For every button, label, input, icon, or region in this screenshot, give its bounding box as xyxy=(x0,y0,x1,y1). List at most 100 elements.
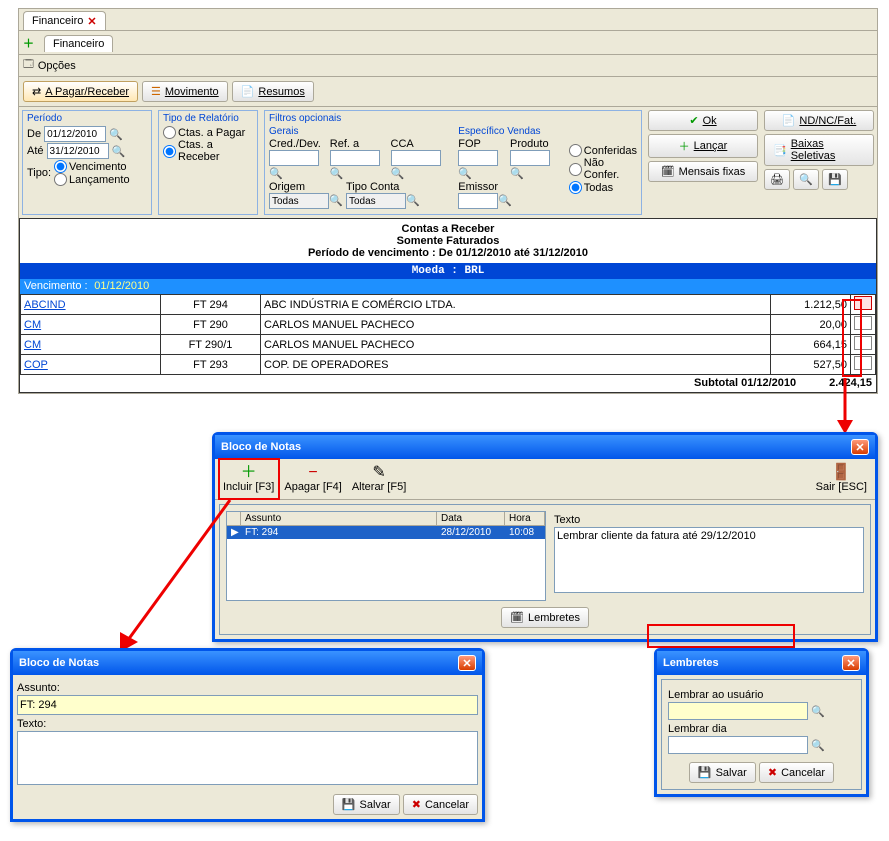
btn-resumos[interactable]: 📄 Resumos xyxy=(232,81,314,102)
table-row[interactable]: ABCINDFT 294ABC INDÚSTRIA E COMÉRCIO LTD… xyxy=(21,295,876,315)
search-icon[interactable]: 🔍 xyxy=(498,193,512,207)
save-icon: 💾 xyxy=(698,766,712,779)
input-fop[interactable] xyxy=(458,150,498,166)
radio-lancamento[interactable]: Lançamento xyxy=(54,173,130,186)
close-icon[interactable]: ✕ xyxy=(87,15,96,28)
table-row[interactable]: COPFT 293COP. DE OPERADORES527,50 xyxy=(21,355,876,375)
titlebar[interactable]: Bloco de Notas ✕ xyxy=(13,651,482,675)
texto-input[interactable] xyxy=(17,731,478,785)
btn-mensais[interactable]: 🗓Mensais fixas xyxy=(648,161,758,182)
cell-cliente[interactable]: CM xyxy=(21,315,161,335)
titlebar[interactable]: Bloco de Notas ✕ xyxy=(215,435,875,459)
input-de[interactable] xyxy=(44,126,106,142)
search-icon: 🔍 xyxy=(799,173,813,186)
cell-cliente[interactable]: COP xyxy=(21,355,161,375)
window-lembretes: Lembretes ✕ Lembrar ao usuário 🔍 Lembrar… xyxy=(654,648,869,797)
btn-salvar[interactable]: 💾Salvar xyxy=(333,794,400,815)
texto-area[interactable]: Lembrar cliente da fatura até 29/12/2010 xyxy=(554,527,864,593)
lbl-cred: Cred./Dev. xyxy=(269,138,327,150)
user-input[interactable] xyxy=(668,702,808,720)
search-icon[interactable]: 🔍 xyxy=(391,166,405,180)
assunto-input[interactable] xyxy=(17,695,478,715)
btn-salvar[interactable]: 💾Salvar xyxy=(689,762,756,783)
cell-note-icon[interactable] xyxy=(851,335,876,355)
search-icon[interactable]: 🔍 xyxy=(811,738,825,752)
titlebar[interactable]: Lembretes ✕ xyxy=(657,651,866,675)
btn-print[interactable]: 🖨 xyxy=(764,169,790,190)
note-icon[interactable] xyxy=(854,356,872,370)
btn-lembretes[interactable]: 🗓 Lembretes xyxy=(501,607,589,628)
label-de: De xyxy=(27,128,41,140)
search-icon[interactable]: 🔍 xyxy=(112,144,126,158)
btn-apagar[interactable]: − Apagar [F4] xyxy=(280,463,345,495)
btn-baixas[interactable]: 📑Baixas Seletivas xyxy=(764,134,874,166)
input-tipoconta[interactable] xyxy=(346,193,406,209)
search-icon[interactable]: 🔍 xyxy=(269,166,283,180)
input-refa[interactable] xyxy=(330,150,380,166)
search-icon[interactable]: 🔍 xyxy=(330,166,344,180)
search-icon[interactable]: 🔍 xyxy=(458,166,472,180)
btn-movimento[interactable]: ☰ Movimento xyxy=(142,81,228,102)
search-icon[interactable]: 🔍 xyxy=(406,193,420,207)
cell-ref: FT 290 xyxy=(161,315,261,335)
venc-date-link[interactable]: 01/12/2010 xyxy=(94,280,149,292)
btn-alterar[interactable]: ✎ Alterar [F5] xyxy=(348,463,410,495)
calendar-icon: 🗓 xyxy=(661,165,675,178)
input-ate[interactable] xyxy=(47,143,109,159)
btn-ndnc[interactable]: 📄ND/NC/Fat. xyxy=(764,110,874,131)
notes-list[interactable]: Assunto Data Hora ▶ FT: 294 28/12/2010 1… xyxy=(226,511,546,601)
radio-todas[interactable]: Todas xyxy=(569,181,637,194)
note-icon[interactable] xyxy=(854,336,872,350)
tab-financeiro-sub[interactable]: Financeiro xyxy=(44,35,113,52)
radio-pagar[interactable]: Ctas. a Pagar xyxy=(163,126,253,139)
exit-icon: 🚪 xyxy=(816,465,867,481)
tab-financeiro-top[interactable]: Financeiro ✕ xyxy=(23,11,106,30)
btn-label: Resumos xyxy=(258,86,304,98)
plus-icon[interactable]: ＋ xyxy=(23,35,34,51)
btn-apagar-receber[interactable]: ⇄ A Pagar/Receber xyxy=(23,81,138,102)
btn-lancar[interactable]: ＋Lançar xyxy=(648,134,758,158)
list-item[interactable]: ▶ FT: 294 28/12/2010 10:08 xyxy=(227,526,545,539)
cell-note-icon[interactable] xyxy=(851,315,876,335)
close-icon[interactable]: ✕ xyxy=(458,655,476,671)
table-row[interactable]: CMFT 290CARLOS MANUEL PACHECO20,00 xyxy=(21,315,876,335)
btn-zoom[interactable]: 🔍 xyxy=(793,169,819,190)
btn-ok[interactable]: ✔Ok xyxy=(648,110,758,131)
radio-naoconfer[interactable]: Não Confer. xyxy=(569,157,637,181)
input-cred[interactable] xyxy=(269,150,319,166)
btn-save[interactable]: 💾 xyxy=(822,169,848,190)
close-icon[interactable]: ✕ xyxy=(851,439,869,455)
texto-panel: Texto Lembrar cliente da fatura até 29/1… xyxy=(554,511,864,601)
plus-icon: ＋ xyxy=(679,138,690,154)
btn-cancelar[interactable]: ✖Cancelar xyxy=(403,794,478,815)
input-emissor[interactable] xyxy=(458,193,498,209)
table-row[interactable]: CMFT 290/1CARLOS MANUEL PACHECO664,15 xyxy=(21,335,876,355)
cell-note-icon[interactable] xyxy=(851,355,876,375)
note-icon[interactable] xyxy=(854,296,872,310)
close-icon[interactable]: ✕ xyxy=(842,655,860,671)
input-cca[interactable] xyxy=(391,150,441,166)
search-icon[interactable]: 🔍 xyxy=(811,704,825,718)
search-icon[interactable]: 🔍 xyxy=(329,193,343,207)
col-assunto: Assunto xyxy=(241,512,437,525)
btn-cancelar[interactable]: ✖Cancelar xyxy=(759,762,834,783)
radio-receber[interactable]: Ctas. a Receber xyxy=(163,139,253,163)
dia-input[interactable] xyxy=(668,736,808,754)
radio-conferidas[interactable]: Conferidas xyxy=(569,144,637,157)
input-origem[interactable] xyxy=(269,193,329,209)
radio-vencimento[interactable]: Vencimento xyxy=(54,160,130,173)
texto-label: Texto: xyxy=(17,718,478,730)
btn-incluir[interactable]: ＋ Incluir [F3] xyxy=(219,463,278,495)
search-icon[interactable]: 🔍 xyxy=(510,166,524,180)
input-produto[interactable] xyxy=(510,150,550,166)
cell-cliente[interactable]: ABCIND xyxy=(21,295,161,315)
cell-note-icon[interactable] xyxy=(851,295,876,315)
note-icon[interactable] xyxy=(854,316,872,330)
doc-icon: 📄 xyxy=(782,114,796,127)
btn-sair[interactable]: 🚪 Sair [ESC] xyxy=(812,463,871,495)
search-icon[interactable]: 🔍 xyxy=(109,127,123,141)
lbl-emissor: Emissor xyxy=(458,181,512,193)
options-label[interactable]: Opções xyxy=(38,60,76,72)
col-hora: Hora xyxy=(505,512,545,525)
cell-cliente[interactable]: CM xyxy=(21,335,161,355)
